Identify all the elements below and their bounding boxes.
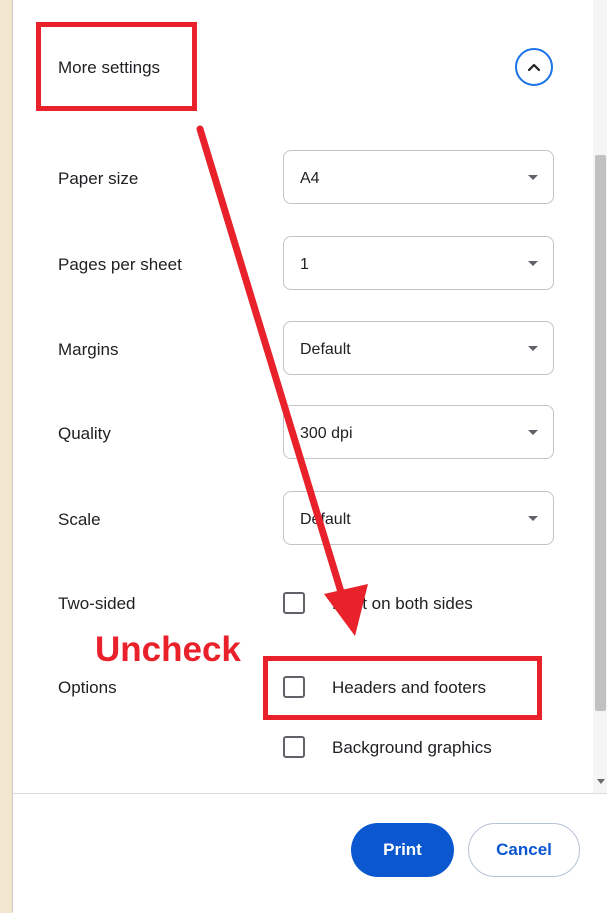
annotation-arrow-icon: [196, 125, 368, 636]
